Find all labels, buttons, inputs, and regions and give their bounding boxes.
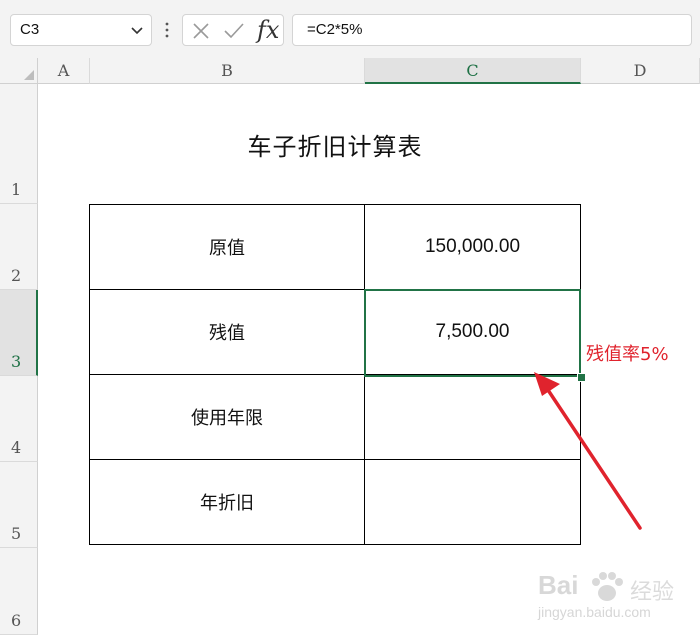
table-row: 残值 7,500.00 [89,289,581,375]
row-header-5[interactable]: 5 [0,462,38,548]
chevron-down-icon[interactable] [129,22,145,38]
cell-b5[interactable]: 年折旧 [89,459,365,545]
watermark-suffix: 经验 [630,580,675,605]
table-row: 年折旧 [89,459,581,545]
cell-c3[interactable]: 7,500.00 [364,289,581,375]
cell-b2[interactable]: 原值 [89,204,365,290]
row-number: 6 [11,611,22,630]
baidu-watermark: Bai 经验 jingyan.baidu.com [534,568,694,630]
more-vertical-icon[interactable] [164,20,170,40]
cell-b4[interactable]: 使用年限 [89,374,365,460]
corner-triangle-icon [24,70,34,80]
table-row: 原值 150,000.00 [89,204,581,290]
annotation-note: 残值率5% [586,344,669,365]
row-header-2[interactable]: 2 [0,204,38,290]
row-header-1[interactable]: 1 [0,84,38,204]
watermark-url: jingyan.baidu.com [538,604,651,620]
column-header-a[interactable]: A [38,58,90,84]
fill-handle[interactable] [577,373,586,382]
confirm-check-icon[interactable] [223,21,245,41]
cell-b3[interactable]: 残值 [89,289,365,375]
table-row: 使用年限 [89,374,581,460]
depreciation-table: 原值 150,000.00 残值 7,500.00 使用年限 年折旧 [89,204,581,545]
sheet-title[interactable]: 车子折旧计算表 [90,112,580,176]
row-header-3[interactable]: 3 [0,290,38,376]
cell-c4[interactable] [364,374,581,460]
row-number: 5 [11,524,22,543]
row-header-4[interactable]: 4 [0,376,38,462]
column-header-b[interactable]: B [90,58,365,84]
cell-c5[interactable] [364,459,581,545]
name-box[interactable]: C3 [10,14,152,46]
row-number: 2 [11,266,22,285]
cancel-icon[interactable] [191,21,211,41]
paw-logo-icon [592,572,623,601]
formula-input[interactable]: =C2*5% [292,14,692,46]
cell-c2[interactable]: 150,000.00 [364,204,581,290]
column-header-c[interactable]: C [365,58,581,84]
formula-bar: C3 fx =C2*5% [0,0,700,58]
select-all-corner[interactable] [0,58,38,84]
name-box-value: C3 [20,21,40,38]
watermark-brand: Bai [538,570,579,600]
row-header-6[interactable]: 6 [0,548,38,635]
formula-text: =C2*5% [307,21,363,38]
row-number: 4 [11,438,22,457]
row-number: 1 [11,180,22,199]
column-header-d[interactable]: D [581,58,700,84]
formula-actions: fx [182,14,284,46]
row-number: 3 [11,352,22,371]
insert-function-button[interactable]: fx [257,16,279,44]
